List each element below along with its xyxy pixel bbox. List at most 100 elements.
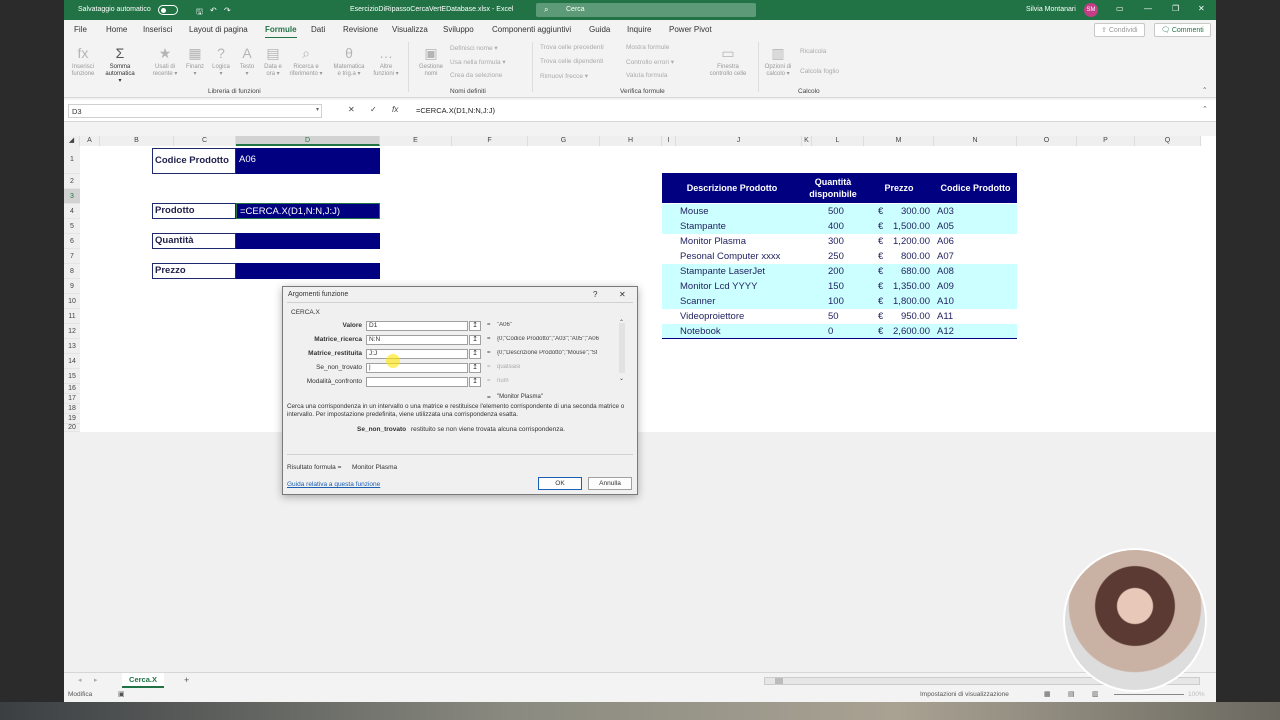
arg-input[interactable] <box>366 377 468 387</box>
tab-formule[interactable]: Formule <box>265 25 297 39</box>
define-name-button[interactable]: Definisci nome ▾ <box>450 44 498 52</box>
table-row[interactable]: Notebook 0 €2,600.00 A12 <box>662 324 1017 339</box>
collapse-arg-icon[interactable]: ↥ <box>469 349 481 359</box>
save-icon[interactable]: 🖫 <box>196 6 203 20</box>
row-header[interactable]: 5 <box>64 219 80 234</box>
row-header[interactable]: 19 <box>64 414 80 424</box>
comments-button[interactable]: 🗨 Commenti <box>1154 23 1211 37</box>
column-header[interactable]: C <box>174 136 236 146</box>
remove-arrows-button[interactable]: Rimuovi frecce ▾ <box>540 72 588 80</box>
trace-dependents-button[interactable]: Trova celle dipendenti <box>540 58 603 65</box>
logical-button[interactable]: ? Logica ▾ <box>208 42 234 78</box>
name-box[interactable]: D3 <box>68 104 322 118</box>
column-header[interactable]: Q <box>1135 136 1201 146</box>
close-icon[interactable]: ✕ <box>1198 4 1205 13</box>
tab-inserisci[interactable]: Inserisci <box>143 25 172 34</box>
table-row[interactable]: Stampante LaserJet 200 €680.00 A08 <box>662 264 1017 279</box>
use-in-formula-button[interactable]: Usa nella formula ▾ <box>450 58 506 66</box>
recent-button[interactable]: ★ Usati di recente ▾ <box>152 42 178 78</box>
financial-button[interactable]: ▦ Finanz ▾ <box>182 42 208 78</box>
row-header[interactable]: 2 <box>64 174 80 189</box>
spreadsheet-grid[interactable]: ◢ A B C D E F G H I J K L M N O P Q 1 2 3 4 5 6 7 8 9 10 11 12 13 14 15… <box>64 136 1216 432</box>
column-header[interactable]: F <box>452 136 528 146</box>
insert-function-button[interactable]: fx Inserisci funzione <box>70 42 96 78</box>
row-header[interactable]: 8 <box>64 264 80 279</box>
cell-d5[interactable] <box>236 233 380 249</box>
lookup-button[interactable]: ⌕ Ricerca e riferimento ▾ <box>286 42 326 78</box>
share-button[interactable]: ⇪ Condividi <box>1094 23 1145 37</box>
column-header[interactable]: D <box>236 136 380 146</box>
table-row[interactable]: Stampante 400 €1,500.00 A05 <box>662 219 1017 234</box>
tab-file[interactable]: File <box>74 25 87 34</box>
evaluate-formula-button[interactable]: Valuta formula <box>626 72 667 79</box>
cell-c5[interactable]: Quantità <box>152 233 236 249</box>
row-header[interactable]: 11 <box>64 309 80 324</box>
autosave-toggle[interactable] <box>158 5 178 15</box>
table-header-desc[interactable]: Descrizione Prodotto <box>662 173 802 203</box>
column-header[interactable]: A <box>80 136 100 146</box>
row-header[interactable]: 14 <box>64 354 80 369</box>
zoom-level[interactable]: 100% <box>1188 691 1205 698</box>
column-header[interactable]: M <box>864 136 934 146</box>
arg-input[interactable]: | <box>366 363 468 373</box>
tab-visualizza[interactable]: Visualizza <box>392 25 428 34</box>
row-header[interactable]: 13 <box>64 339 80 354</box>
column-header[interactable]: G <box>528 136 600 146</box>
help-link[interactable]: Guida relativa a questa funzione <box>287 481 380 488</box>
tab-dati[interactable]: Dati <box>311 25 325 34</box>
arg-input[interactable]: J:J <box>366 349 468 359</box>
datetime-button[interactable]: ▤ Data e ora ▾ <box>260 42 286 78</box>
page-break-icon[interactable]: ▥ <box>1092 690 1099 698</box>
tab-componenti[interactable]: Componenti aggiuntivi <box>492 25 571 34</box>
undo-icon[interactable]: ↶ <box>210 6 217 15</box>
row-header[interactable]: 12 <box>64 324 80 339</box>
row-header[interactable]: 1 <box>64 146 80 174</box>
column-header[interactable]: P <box>1077 136 1135 146</box>
expand-formula-icon[interactable]: ⌃ <box>1202 105 1208 113</box>
collapse-arg-icon[interactable]: ↥ <box>469 321 481 331</box>
collapse-arg-icon[interactable]: ↥ <box>469 335 481 345</box>
table-header-price[interactable]: Prezzo <box>864 173 934 203</box>
calculate-sheet-button[interactable]: Calcola foglio <box>800 68 839 75</box>
name-manager-button[interactable]: ▣ Gestione nomi <box>414 42 448 78</box>
cell-c3[interactable]: Prodotto <box>152 203 236 219</box>
column-header[interactable]: O <box>1017 136 1077 146</box>
minimize-icon[interactable]: — <box>1144 4 1152 13</box>
column-header[interactable]: B <box>100 136 174 146</box>
row-header[interactable]: 4 <box>64 204 80 219</box>
calculate-now-button[interactable]: Ricalcola <box>800 48 826 55</box>
zoom-slider[interactable] <box>1114 694 1184 695</box>
help-icon[interactable]: ? <box>593 290 597 299</box>
scroll-down-icon[interactable]: ⌄ <box>619 375 624 382</box>
cancel-button[interactable]: Annulla <box>588 477 632 490</box>
tab-power-pivot[interactable]: Power Pivot <box>669 25 712 34</box>
prev-sheet-icon[interactable]: ◂ <box>78 676 82 684</box>
row-header[interactable]: 17 <box>64 394 80 404</box>
arg-input[interactable]: D1 <box>366 321 468 331</box>
column-header[interactable]: J <box>676 136 802 146</box>
chevron-down-icon[interactable]: ▾ <box>316 106 319 113</box>
cell-c7[interactable]: Prezzo <box>152 263 236 279</box>
table-row[interactable]: Mouse 500 €300.00 A03 <box>662 204 1017 219</box>
more-functions-button[interactable]: … Altre funzioni ▾ <box>370 42 402 78</box>
args-scrollbar[interactable] <box>619 323 625 373</box>
autosum-button[interactable]: Σ Somma automatica ▾ <box>104 42 136 85</box>
tab-revisione[interactable]: Revisione <box>343 25 378 34</box>
page-layout-icon[interactable]: ▤ <box>1068 690 1075 698</box>
scroll-up-icon[interactable]: ⌃ <box>619 319 624 326</box>
redo-icon[interactable]: ↷ <box>224 6 231 15</box>
row-header[interactable]: 3 <box>64 189 80 204</box>
enter-icon[interactable]: ✓ <box>370 105 377 114</box>
close-icon[interactable]: ✕ <box>619 290 626 299</box>
cell-d1[interactable]: A06 <box>236 148 380 174</box>
show-formulas-button[interactable]: Mostra formule <box>626 44 669 51</box>
column-header[interactable]: K <box>802 136 812 146</box>
table-row[interactable]: Monitor Plasma 300 €1,200.00 A06 <box>662 234 1017 249</box>
fx-icon[interactable]: fx <box>392 105 398 114</box>
restore-icon[interactable]: ❐ <box>1172 4 1179 13</box>
table-row[interactable]: Scanner 100 €1,800.00 A10 <box>662 294 1017 309</box>
formula-input[interactable]: =CERCA.X(D1,N:N,J:J) <box>416 106 495 115</box>
watch-window-button[interactable]: ▭ Finestra controllo celle <box>700 42 756 78</box>
tab-inquire[interactable]: Inquire <box>627 25 651 34</box>
arg-input[interactable]: N:N <box>366 335 468 345</box>
